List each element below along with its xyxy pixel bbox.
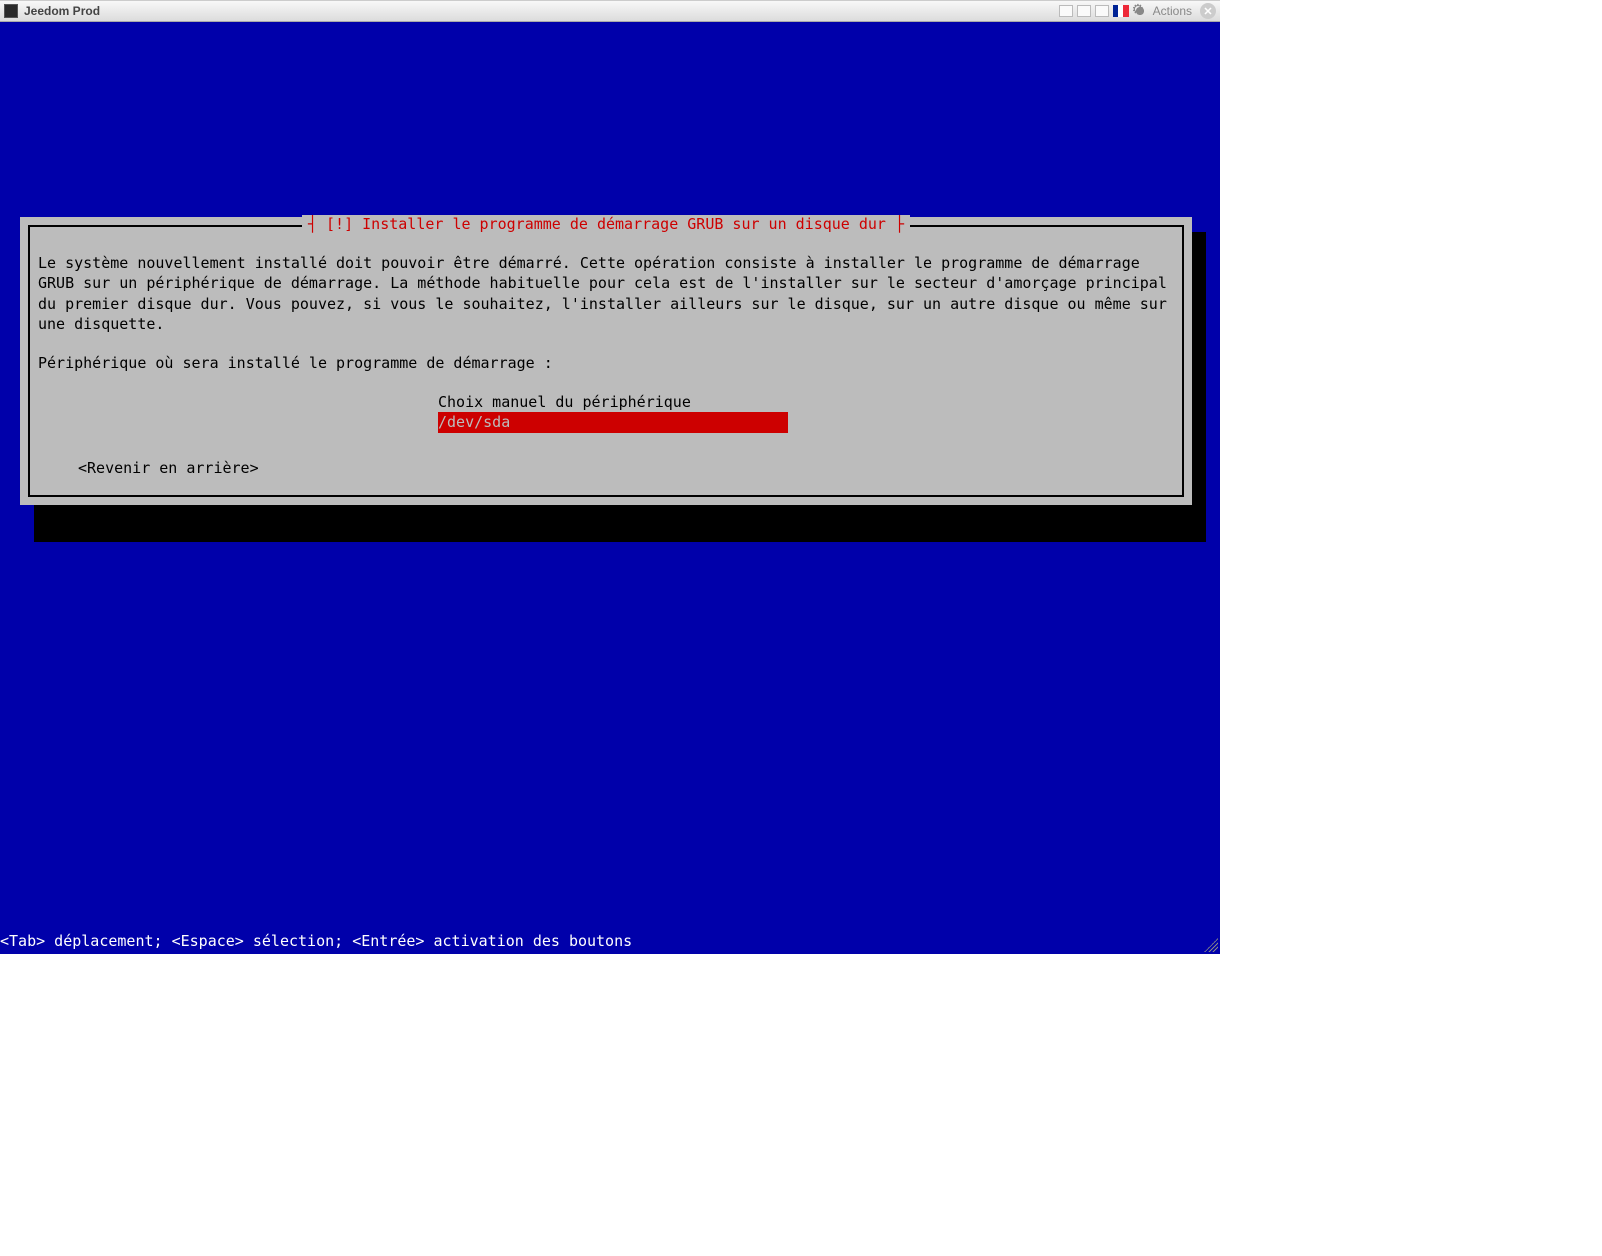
- option-dev-sda[interactable]: /dev/sda: [438, 412, 788, 432]
- dialog-title-wrap: ┤ [!] Installer le programme de démarrag…: [30, 215, 1182, 233]
- grub-install-dialog: ┤ [!] Installer le programme de démarrag…: [20, 217, 1192, 505]
- dialog-body-text: Le système nouvellement installé doit po…: [38, 253, 1174, 334]
- go-back-button[interactable]: <Revenir en arrière>: [78, 459, 1174, 477]
- window-button-2[interactable]: [1077, 5, 1091, 17]
- footer-keyboard-hint: <Tab> déplacement; <Espace> sélection; <…: [0, 932, 632, 950]
- window-button-3[interactable]: [1095, 5, 1109, 17]
- app-icon: [4, 4, 18, 18]
- option-manual-device[interactable]: Choix manuel du périphérique: [438, 392, 788, 412]
- window-title: Jeedom Prod: [24, 4, 1059, 18]
- flag-france-icon: [1113, 5, 1129, 17]
- window-titlebar: Jeedom Prod Actions ✕: [0, 0, 1220, 22]
- window-button-1[interactable]: [1059, 5, 1073, 17]
- titlebar-actions: Actions ✕: [1059, 3, 1216, 19]
- dialog-options-list: Choix manuel du périphérique /dev/sda: [438, 392, 788, 433]
- actions-menu-label[interactable]: Actions: [1153, 4, 1192, 18]
- console-area: ┤ [!] Installer le programme de démarrag…: [0, 22, 1220, 954]
- dialog-prompt: Périphérique où sera installé le program…: [38, 354, 1174, 372]
- dialog-title: ┤ [!] Installer le programme de démarrag…: [302, 215, 910, 233]
- dialog-inner: ┤ [!] Installer le programme de démarrag…: [28, 225, 1184, 497]
- dialog-title-text: [!] Installer le programme de démarrage …: [326, 215, 886, 233]
- gear-icon[interactable]: [1133, 4, 1147, 18]
- close-icon[interactable]: ✕: [1200, 3, 1216, 19]
- resize-handle-icon[interactable]: [1204, 938, 1218, 952]
